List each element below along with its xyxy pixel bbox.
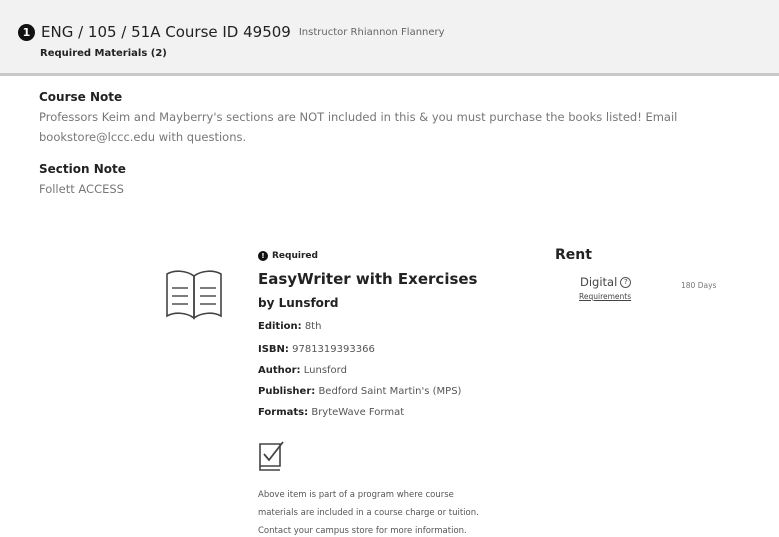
program-note-line-1: Above item is part of a program where co… bbox=[258, 490, 454, 500]
course-title: ENG / 105 / 51A Course ID 49509 bbox=[41, 23, 291, 41]
field-label: Author: bbox=[258, 365, 301, 376]
field-value: Lunsford bbox=[303, 365, 347, 376]
rent-term: 180 Days bbox=[681, 281, 717, 290]
field-value: Bedford Saint Martin's (MPS) bbox=[318, 386, 462, 397]
rent-option-digital[interactable]: Digital ? bbox=[580, 275, 632, 289]
field-label: Edition: bbox=[258, 321, 302, 332]
requirements-link[interactable]: Requirements bbox=[579, 292, 631, 301]
checked-book-icon bbox=[259, 441, 284, 471]
program-note-line-2: materials are included in a course charg… bbox=[258, 508, 479, 518]
rent-heading: Rent bbox=[555, 247, 592, 263]
field-value: 9781319393366 bbox=[292, 344, 375, 355]
course-note-line-2: bookstore@lccc.edu with questions. bbox=[39, 130, 247, 144]
section-note-text: Follett ACCESS bbox=[39, 182, 124, 196]
step-number-badge: 1 bbox=[18, 23, 35, 41]
book-edition: Edition: 8th bbox=[258, 321, 321, 332]
required-badge: ! Required bbox=[258, 251, 318, 261]
book-formats: Formats: BryteWave Format bbox=[258, 407, 404, 418]
course-note-heading: Course Note bbox=[39, 90, 123, 104]
section-note-heading: Section Note bbox=[39, 162, 126, 176]
required-materials-toggle[interactable]: Required Materials (2) bbox=[40, 48, 167, 59]
open-book-icon bbox=[166, 270, 222, 320]
book-title: EasyWriter with Exercises bbox=[258, 270, 478, 288]
course-title-row: 1 ENG / 105 / 51A Course ID 49509 Instru… bbox=[18, 23, 445, 41]
field-label: Publisher: bbox=[258, 386, 316, 397]
course-header: 1 ENG / 105 / 51A Course ID 49509 Instru… bbox=[0, 0, 779, 76]
alert-icon: ! bbox=[258, 251, 268, 261]
course-note-line-1: Professors Keim and Mayberry's sections … bbox=[39, 110, 678, 124]
field-value: BryteWave Format bbox=[311, 407, 405, 418]
required-badge-label: Required bbox=[272, 251, 318, 261]
book-author: Author: Lunsford bbox=[258, 365, 347, 376]
help-circle-icon[interactable]: ? bbox=[620, 276, 632, 288]
program-note-line-3: Contact your campus store for more infor… bbox=[258, 526, 467, 536]
book-publisher: Publisher: Bedford Saint Martin's (MPS) bbox=[258, 386, 461, 397]
rent-option-label: Digital bbox=[580, 275, 618, 289]
book-isbn: ISBN: 9781319393366 bbox=[258, 344, 375, 355]
instructor-name: Instructor Rhiannon Flannery bbox=[298, 26, 445, 38]
book-byline: by Lunsford bbox=[258, 296, 339, 310]
field-label: ISBN: bbox=[258, 344, 289, 355]
field-value: 8th bbox=[304, 321, 322, 332]
field-label: Formats: bbox=[258, 407, 309, 418]
